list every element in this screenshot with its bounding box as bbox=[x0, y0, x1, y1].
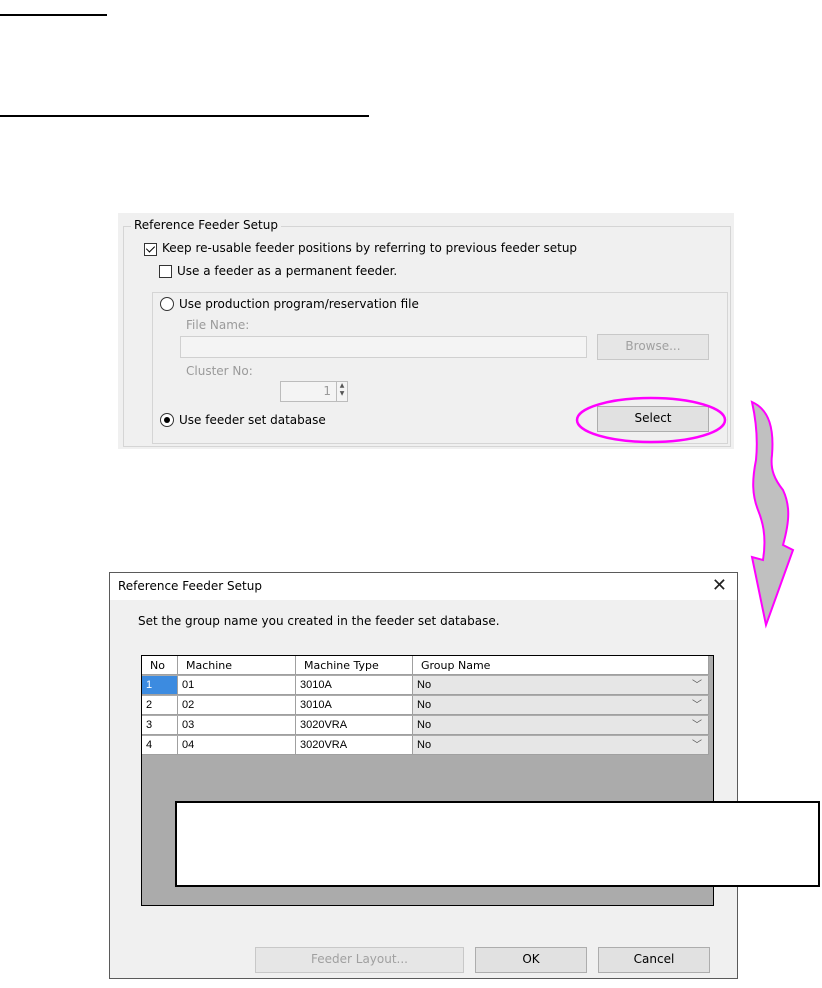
reference-feeder-dialog: Reference Feeder Setup ✕ Set the group n… bbox=[109, 572, 738, 979]
group-name-select[interactable]: No ﹀ bbox=[413, 716, 709, 735]
dialog-title-bar: Reference Feeder Setup ✕ bbox=[110, 573, 737, 600]
col-header-no: No bbox=[142, 656, 178, 675]
ok-button[interactable]: OK bbox=[475, 947, 587, 973]
row-machine[interactable]: 04 bbox=[178, 736, 296, 755]
chevron-down-icon[interactable]: ﹀ bbox=[692, 716, 702, 734]
table-row[interactable]: 2 02 3010A No ﹀ bbox=[142, 696, 713, 716]
row-machine[interactable]: 01 bbox=[178, 676, 296, 695]
feeder-layout-button[interactable]: Feeder Layout... bbox=[255, 947, 464, 973]
col-header-machine-type: Machine Type bbox=[296, 656, 413, 675]
row-no[interactable]: 1 bbox=[142, 676, 178, 695]
dialog-title: Reference Feeder Setup bbox=[118, 579, 262, 593]
chevron-down-icon[interactable]: ﹀ bbox=[692, 696, 702, 714]
chevron-down-icon[interactable]: ﹀ bbox=[692, 676, 702, 694]
group-name-select[interactable]: No ﹀ bbox=[413, 676, 709, 695]
group-name-select[interactable]: No ﹀ bbox=[413, 696, 709, 715]
group-name-value: No bbox=[417, 739, 432, 751]
row-machine-type[interactable]: 3010A bbox=[296, 696, 413, 715]
row-machine[interactable]: 02 bbox=[178, 696, 296, 715]
col-header-machine: Machine bbox=[178, 656, 296, 675]
table-row[interactable]: 1 01 3010A No ﹀ bbox=[142, 676, 713, 696]
instruction-text: Set the group name you created in the fe… bbox=[138, 614, 500, 628]
group-name-value: No bbox=[417, 719, 432, 731]
row-machine[interactable]: 03 bbox=[178, 716, 296, 735]
select-highlight-ellipse bbox=[575, 396, 727, 444]
row-no[interactable]: 4 bbox=[142, 736, 178, 755]
cancel-button[interactable]: Cancel bbox=[598, 947, 710, 973]
row-machine-type[interactable]: 3010A bbox=[296, 676, 413, 695]
group-name-value: No bbox=[417, 699, 432, 711]
row-machine-type[interactable]: 3020VRA bbox=[296, 736, 413, 755]
col-header-group-name: Group Name bbox=[413, 656, 709, 675]
row-machine-type[interactable]: 3020VRA bbox=[296, 716, 413, 735]
chevron-down-icon[interactable]: ﹀ bbox=[692, 736, 702, 754]
table-row[interactable]: 4 04 3020VRA No ﹀ bbox=[142, 736, 713, 756]
callout-box bbox=[175, 801, 820, 887]
row-no[interactable]: 3 bbox=[142, 716, 178, 735]
row-no[interactable]: 2 bbox=[142, 696, 178, 715]
curved-arrow-icon bbox=[750, 400, 795, 629]
group-name-value: No bbox=[417, 679, 432, 691]
table-row[interactable]: 3 03 3020VRA No ﹀ bbox=[142, 716, 713, 736]
group-name-select[interactable]: No ﹀ bbox=[413, 736, 709, 755]
close-icon[interactable]: ✕ bbox=[712, 575, 727, 597]
grid-header-row: No Machine Machine Type Group Name bbox=[142, 656, 713, 676]
